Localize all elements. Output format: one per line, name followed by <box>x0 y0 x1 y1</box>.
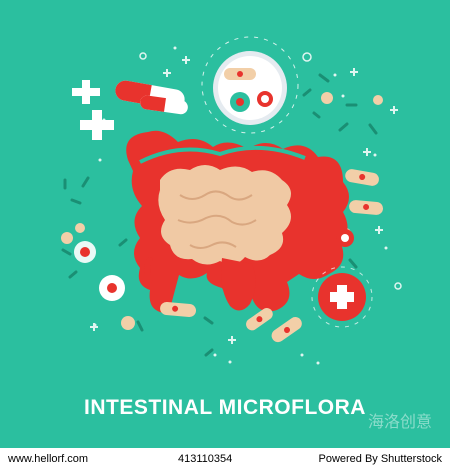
footer-credit: Powered By Shutterstock <box>318 453 442 465</box>
footer-site-link[interactable]: www.hellorf.com <box>8 453 88 465</box>
medical-cross-icon <box>72 80 114 140</box>
capsule-icon <box>115 80 188 115</box>
footer-image-id: 413110354 <box>178 453 233 465</box>
magnifier-icon <box>201 36 299 134</box>
illustration-art <box>61 36 402 365</box>
watermark: 海洛创意 <box>367 412 432 431</box>
intestine-icon <box>126 130 349 313</box>
footer-bar: www.hellorf.com 413110354 Powered By Shu… <box>0 448 450 470</box>
illustration-canvas: INTESTINAL MICROFLORA 海洛创意 <box>0 0 450 448</box>
